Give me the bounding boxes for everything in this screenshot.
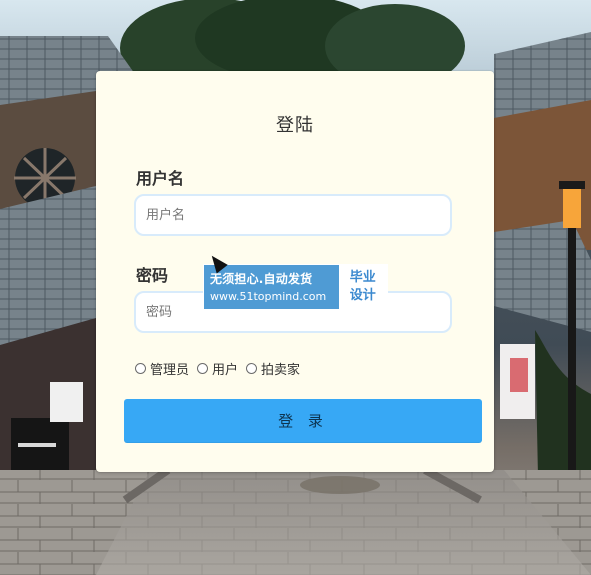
role-auctioneer-radio[interactable]: 拍卖家 [246,359,300,378]
watermark-slogan: 无须担心.自动发货 [210,271,313,286]
watermark-url: www.51topmind.com [210,289,327,303]
role-user-radio[interactable]: 用户 [197,359,238,378]
role-user-label: 用户 [212,362,239,378]
login-button[interactable]: 登 录 [124,399,482,443]
role-admin-radio[interactable]: 管理员 [135,359,189,378]
watermark-main: 无须担心.自动发货 www.51topmind.com [204,265,339,309]
role-auctioneer-label: 拍卖家 [261,362,301,378]
role-admin-label: 管理员 [150,362,190,378]
site-watermark: 无须担心.自动发货 www.51topmind.com 毕业 设计 [203,264,388,310]
watermark-badge: 毕业 设计 [338,265,387,309]
login-page: 登陆 用户名 密码 管理员 用户 拍卖家 登 录 无须担心.自动发货 www.5… [0,0,591,575]
password-label: 密码 [136,266,169,285]
page-title: 登陆 [276,115,314,136]
radio-circle-icon [197,362,209,374]
role-radio-group: 管理员 用户 拍卖家 [135,358,308,378]
watermark-badge-line1: 毕业 [349,270,376,285]
username-input[interactable] [134,194,452,236]
radio-circle-icon [135,362,146,374]
radio-circle-icon [246,362,258,374]
watermark-badge-line2: 设计 [349,288,376,303]
username-label: 用户名 [136,169,185,188]
